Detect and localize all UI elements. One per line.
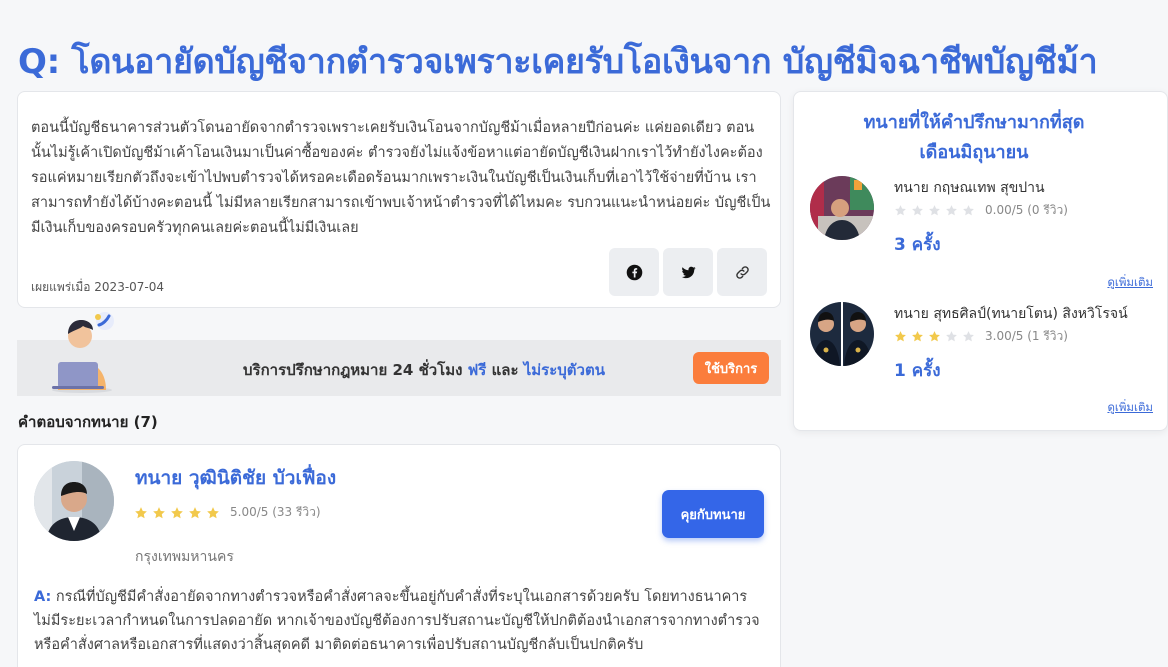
consultant-illustration	[52, 312, 114, 393]
star-filled-icon	[189, 506, 201, 518]
see-more-link[interactable]: ดูเพิ่มเติม	[1107, 274, 1153, 292]
lawyer-name[interactable]: ทนาย วุฒินิติชัย บัวเฟื่อง	[135, 463, 336, 493]
question-card: ตอนนี้บัญชีธนาคารส่วนตัวโดนอายัดจากตำรวจ…	[17, 91, 781, 308]
top-lawyer-consult-count: 3 ครั้ง	[894, 235, 941, 255]
top-lawyer-avatar[interactable]	[810, 302, 874, 366]
copy-link-button[interactable]	[717, 248, 767, 296]
top-lawyer-rating-text: 0.00/5 (0 รีวิว)	[985, 203, 1068, 217]
star-filled-icon	[207, 506, 219, 518]
top-lawyer-photo-image	[810, 302, 874, 366]
facebook-icon	[626, 264, 642, 280]
star-empty-icon	[963, 205, 974, 216]
service-and-label: และ	[486, 361, 524, 379]
answer-text: A: กรณีที่บัญชีมีคำสั่งอายัดจากทางตำรวจห…	[34, 585, 766, 657]
top-lawyer-name[interactable]: ทนาย สุทธศิลป์(ทนายโตน) สิงหวิโรจน์	[894, 303, 1128, 325]
share-facebook-button[interactable]	[609, 248, 659, 296]
top-lawyer-name[interactable]: ทนาย กฤษณเทพ สุขปาน	[894, 177, 1045, 199]
service-free-label: ฟรี	[467, 361, 487, 379]
lawyer-rating-text: 5.00/5 (33 รีวิว)	[230, 505, 321, 519]
service-text-prefix: บริการปรึกษากฎหมาย 24 ชั่วโมง	[243, 361, 468, 379]
star-filled-icon	[153, 506, 165, 518]
star-filled-icon	[912, 331, 923, 342]
answer-label: A:	[34, 589, 52, 605]
sidebar-title: ทนายที่ให้คำปรึกษามากที่สุด เดือนมิถุนาย…	[794, 108, 1154, 168]
lawyer-location: กรุงเทพมหานคร	[135, 549, 234, 565]
use-service-button[interactable]: ใช้บริการ	[693, 352, 769, 384]
top-lawyer-avatar[interactable]	[810, 176, 874, 240]
top-lawyer-photo-image	[810, 176, 874, 240]
top-lawyer-rating: 0.00/5 (0 รีวิว)	[894, 201, 1068, 220]
star-empty-icon	[929, 205, 940, 216]
star-empty-icon	[946, 331, 957, 342]
service-text: บริการปรึกษากฎหมาย 24 ชั่วโมง ฟรี และ ไม…	[243, 358, 605, 382]
lawyer-photo-image	[34, 461, 114, 541]
star-empty-icon	[912, 205, 923, 216]
lawyer-avatar[interactable]	[34, 461, 114, 541]
lawyer-rating: 5.00/5 (33 รีวิว)	[134, 503, 321, 522]
chat-with-lawyer-button[interactable]: คุยกับทนาย	[662, 490, 764, 538]
see-more-link[interactable]: ดูเพิ่มเติม	[1107, 399, 1153, 417]
service-banner: บริการปรึกษากฎหมาย 24 ชั่วโมง ฟรี และ ไม…	[17, 340, 781, 396]
sidebar-title-line2: เดือนมิถุนายน	[919, 142, 1029, 163]
star-empty-icon	[963, 331, 974, 342]
star-filled-icon	[171, 506, 183, 518]
top-lawyer-rating: 3.00/5 (1 รีวิว)	[894, 327, 1068, 346]
answers-heading: คำตอบจากทนาย (7)	[18, 413, 158, 431]
share-twitter-button[interactable]	[663, 248, 713, 296]
published-date: เผยแพร่เมื่อ 2023-07-04	[31, 280, 165, 294]
service-anonymous-label: ไม่ระบุตัวตน	[523, 361, 605, 379]
question-body: ตอนนี้บัญชีธนาคารส่วนตัวโดนอายัดจากตำรวจ…	[31, 120, 771, 236]
sidebar-title-line1: ทนายที่ให้คำปรึกษามากที่สุด	[863, 112, 1085, 133]
page-title: Q: โดนอายัดบัญชีจากตำรวจเพราะเคยรับโอเงิ…	[18, 42, 1098, 82]
share-buttons	[609, 248, 767, 296]
star-empty-icon	[946, 205, 957, 216]
top-lawyer-consult-count: 1 ครั้ง	[894, 361, 941, 381]
star-filled-icon	[135, 506, 147, 518]
twitter-icon	[681, 266, 696, 278]
star-filled-icon	[895, 331, 906, 342]
top-lawyers-sidebar: ทนายที่ให้คำปรึกษามากที่สุด เดือนมิถุนาย…	[793, 91, 1168, 431]
answer-body: กรณีที่บัญชีมีคำสั่งอายัดจากทางตำรวจหรือ…	[34, 589, 760, 653]
top-lawyer-rating-text: 3.00/5 (1 รีวิว)	[985, 329, 1068, 343]
star-filled-icon	[929, 331, 940, 342]
answer-card: ทนาย วุฒินิติชัย บัวเฟื่อง 5.00/5 (33 รี…	[17, 444, 781, 667]
star-empty-icon	[895, 205, 906, 216]
link-icon	[735, 265, 749, 279]
